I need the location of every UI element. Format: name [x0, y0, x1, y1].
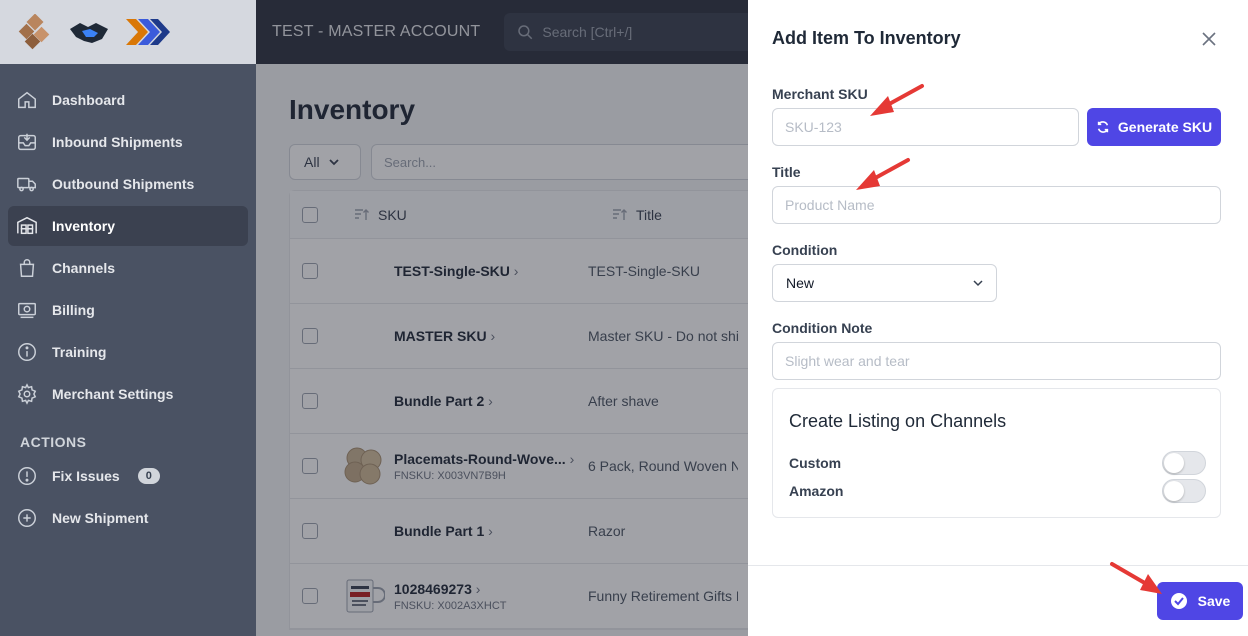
- footer-divider: [748, 565, 1248, 566]
- condition-select[interactable]: New: [772, 264, 997, 302]
- close-icon: [1202, 32, 1216, 46]
- sidebar-item-inbound-shipments[interactable]: Inbound Shipments: [8, 122, 248, 162]
- channel-row-custom: Custom: [789, 451, 1206, 475]
- refresh-icon: [1097, 121, 1109, 133]
- sidebar-item-new-shipment[interactable]: New Shipment: [8, 498, 248, 538]
- sidebar-item-label: Outbound Shipments: [52, 176, 195, 192]
- sidebar-item-label: Fix Issues: [52, 468, 120, 484]
- sidebar-item-inventory[interactable]: Inventory: [8, 206, 248, 246]
- sidebar-item-training[interactable]: Training: [8, 332, 248, 372]
- truck-icon: [17, 177, 36, 192]
- drawer-title: Add Item To Inventory: [772, 28, 961, 48]
- sidebar-item-billing[interactable]: Billing: [8, 290, 248, 330]
- alert-icon: [18, 467, 36, 485]
- check-circle-icon: [1170, 593, 1187, 609]
- modal-backdrop[interactable]: [256, 0, 748, 636]
- custom-channel-toggle[interactable]: [1162, 451, 1206, 475]
- chevron-down-icon: [973, 280, 983, 287]
- condition-label: Condition: [772, 242, 838, 258]
- sidebar-item-channels[interactable]: Channels: [8, 248, 248, 288]
- title-label: Title: [772, 164, 801, 180]
- condition-note-input[interactable]: [772, 342, 1221, 380]
- sidebar-nav: Dashboard Inbound Shipments Outbound Shi…: [0, 64, 256, 538]
- condition-value: New: [786, 275, 815, 291]
- diamond-logo-icon: [18, 14, 50, 50]
- info-icon: [18, 343, 36, 361]
- sidebar-item-label: Dashboard: [52, 92, 126, 108]
- logo-bar: [0, 0, 256, 64]
- gear-icon: [17, 383, 37, 405]
- sidebar-item-outbound-shipments[interactable]: Outbound Shipments: [8, 164, 248, 204]
- close-button[interactable]: [1196, 26, 1222, 52]
- sidebar: Dashboard Inbound Shipments Outbound Shi…: [0, 0, 256, 636]
- sidebar-item-merchant-settings[interactable]: Merchant Settings: [8, 374, 248, 414]
- condition-note-label: Condition Note: [772, 320, 873, 336]
- save-button[interactable]: Save: [1157, 582, 1243, 620]
- merchant-sku-label: Merchant SKU: [772, 86, 868, 102]
- channels-card: Create Listing on Channels Custom Amazon: [772, 388, 1221, 518]
- channel-row-amazon: Amazon: [789, 479, 1206, 503]
- title-input[interactable]: [772, 186, 1221, 224]
- sidebar-item-dashboard[interactable]: Dashboard: [8, 80, 248, 120]
- sidebar-item-fix-issues[interactable]: Fix Issues 0: [8, 456, 248, 496]
- plus-circle-icon: [18, 509, 36, 527]
- warehouse-icon: [17, 216, 37, 235]
- merchant-sku-input[interactable]: [772, 108, 1079, 146]
- generate-sku-button[interactable]: Generate SKU: [1087, 108, 1221, 146]
- handshake-logo-icon: [70, 23, 108, 43]
- sidebar-item-label: Merchant Settings: [52, 386, 174, 402]
- bag-icon: [19, 259, 35, 277]
- channel-label: Custom: [789, 455, 842, 471]
- generate-sku-label: Generate SKU: [1117, 119, 1213, 135]
- channel-label: Amazon: [789, 483, 844, 499]
- channels-title: Create Listing on Channels: [789, 411, 1007, 431]
- sidebar-item-label: New Shipment: [52, 510, 149, 526]
- sidebar-item-label: Channels: [52, 260, 116, 276]
- chevron-logo-icon: [126, 19, 170, 45]
- add-item-drawer: Add Item To Inventory Merchant SKU Gener…: [748, 0, 1248, 636]
- sidebar-item-label: Training: [52, 344, 107, 360]
- issues-count-badge: 0: [137, 468, 160, 484]
- actions-section-label: ACTIONS: [20, 434, 87, 450]
- sidebar-item-label: Inventory: [52, 218, 116, 234]
- home-icon: [18, 91, 36, 109]
- sidebar-item-label: Inbound Shipments: [52, 134, 183, 150]
- cash-icon: [18, 302, 36, 319]
- inbox-icon: [18, 133, 36, 151]
- amazon-channel-toggle[interactable]: [1162, 479, 1206, 503]
- sidebar-item-label: Billing: [52, 302, 95, 318]
- save-label: Save: [1197, 593, 1231, 609]
